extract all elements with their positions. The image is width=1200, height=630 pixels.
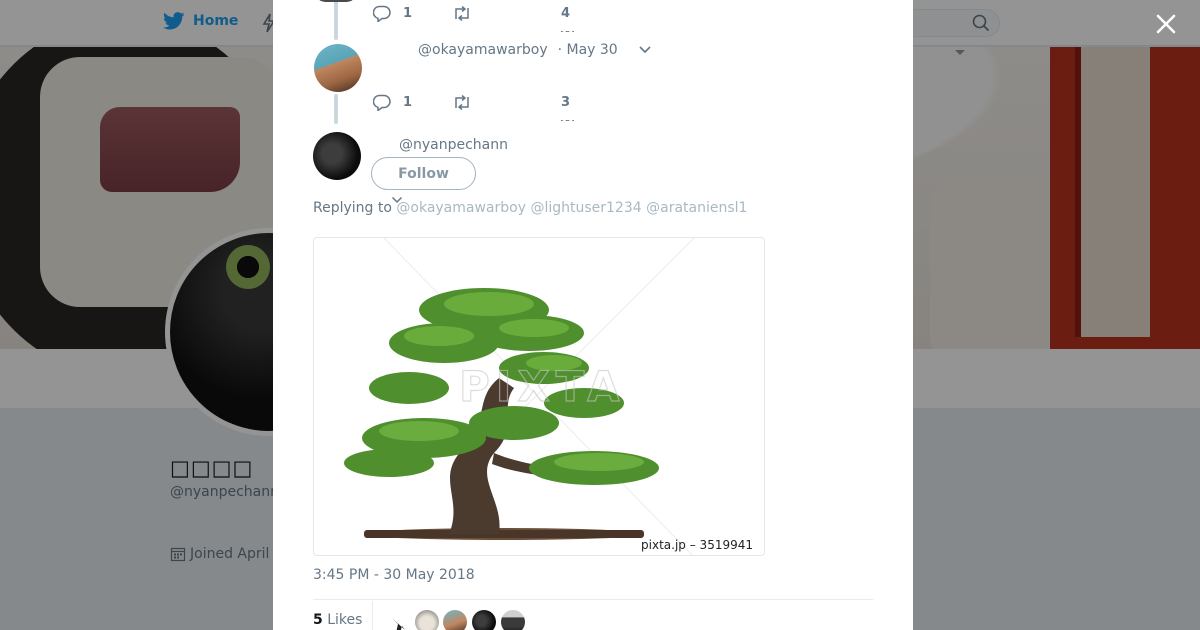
retweet-icon[interactable] bbox=[453, 95, 471, 110]
retweet-icon[interactable] bbox=[453, 6, 471, 21]
tweet-image[interactable]: PIXTA pixta.jp – 3519941 bbox=[313, 237, 765, 556]
tweet-modal: 1 4 @okayamawarboy · May 30 1 3 @nyanpec… bbox=[273, 0, 913, 630]
reply-button[interactable]: 1 bbox=[373, 5, 412, 22]
tweet2-date[interactable]: · May 30 bbox=[558, 42, 618, 58]
mention-link[interactable]: @lightuser1234 bbox=[530, 200, 641, 216]
heart-icon[interactable] bbox=[561, 28, 574, 32]
replying-to-label: Replying to bbox=[313, 200, 392, 216]
chevron-down-icon[interactable] bbox=[638, 45, 652, 55]
tweet2-header: @okayamawarboy · May 30 bbox=[418, 42, 652, 58]
likes-label: Likes bbox=[327, 612, 363, 628]
likes-count: 5 bbox=[313, 612, 323, 628]
image-caption: pixta.jp – 3519941 bbox=[641, 538, 753, 552]
liker-avatar[interactable] bbox=[415, 610, 439, 630]
mention-link[interactable]: @okayamawarboy bbox=[396, 200, 526, 216]
reply-icon bbox=[373, 94, 391, 111]
divider bbox=[372, 601, 373, 630]
thread-line bbox=[334, 94, 338, 124]
tweet-timestamp[interactable]: 3:45 PM - 30 May 2018 bbox=[313, 567, 475, 583]
likes-stat[interactable]: 5 Likes bbox=[313, 612, 362, 628]
previous-avatar-edge bbox=[314, 0, 358, 2]
thread-line bbox=[334, 0, 338, 40]
heart-icon[interactable] bbox=[561, 117, 574, 121]
like-count[interactable]: 3 bbox=[561, 95, 570, 110]
image-watermark: PIXTA bbox=[459, 362, 626, 411]
reply-count: 1 bbox=[403, 95, 413, 110]
reply-count: 1 bbox=[403, 6, 413, 21]
liker-avatar[interactable] bbox=[386, 610, 410, 630]
bonsai-photo: PIXTA bbox=[344, 238, 695, 555]
okayamawarboy-avatar[interactable] bbox=[314, 44, 362, 92]
mention-link[interactable]: @arataniensl1 bbox=[646, 200, 747, 216]
nyanpechann-avatar[interactable] bbox=[313, 132, 361, 180]
liker-avatar[interactable] bbox=[443, 610, 467, 630]
tweet2-handle[interactable]: @okayamawarboy bbox=[418, 42, 548, 58]
reply-icon bbox=[373, 5, 391, 22]
follow-button[interactable]: Follow bbox=[371, 157, 476, 190]
liker-avatar[interactable] bbox=[472, 610, 496, 630]
replying-to: Replying to @okayamawarboy @lightuser123… bbox=[313, 200, 747, 216]
divider bbox=[313, 599, 873, 600]
reply-button[interactable]: 1 bbox=[373, 94, 412, 111]
main-tweet-handle[interactable]: @nyanpechann bbox=[399, 137, 508, 153]
close-icon[interactable] bbox=[1152, 10, 1180, 38]
liker-avatar[interactable] bbox=[501, 610, 525, 630]
like-count[interactable]: 4 bbox=[561, 6, 570, 21]
